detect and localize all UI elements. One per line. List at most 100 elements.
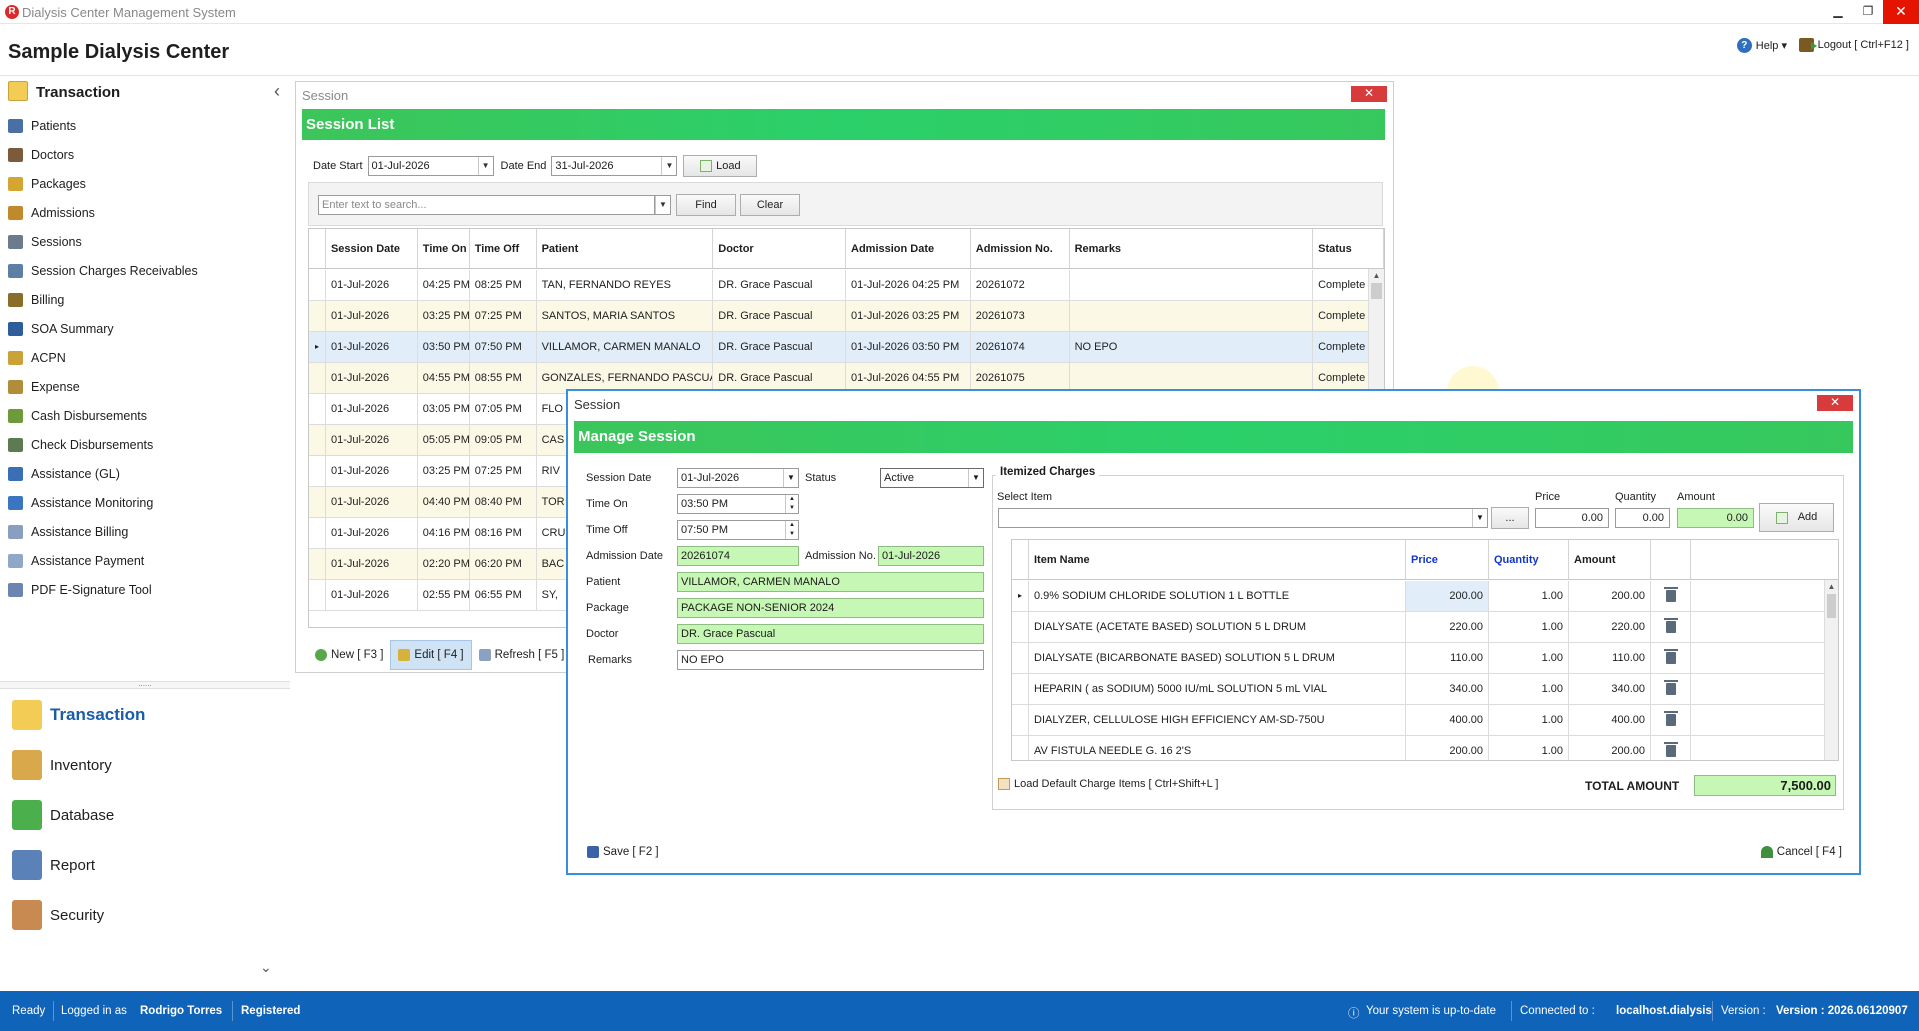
logout-button[interactable]: Logout [ Ctrl+F12 ] bbox=[1798, 38, 1909, 52]
sidebar-item-pdf-e-signature-tool[interactable]: PDF E-Signature Tool bbox=[0, 575, 290, 604]
search-dropdown[interactable]: ▼ bbox=[654, 195, 671, 215]
table-row[interactable]: 01-Jul-2026 03:25 PM 07:25 PM SANTOS, MARIA… bbox=[309, 301, 1384, 332]
sidebar-item-packages[interactable]: Packages bbox=[0, 169, 290, 198]
close-button[interactable]: ✕ bbox=[1883, 0, 1919, 24]
find-button[interactable]: Find bbox=[676, 194, 736, 216]
sidebar-item-session-charges-receivables[interactable]: Session Charges Receivables bbox=[0, 256, 290, 285]
sidebar-item-assistance-gl[interactable]: Assistance (GL) bbox=[0, 459, 290, 488]
select-item-combo[interactable]: ▼ bbox=[998, 508, 1488, 528]
admission-date-field[interactable]: 20261074 bbox=[677, 546, 799, 566]
time-off-field[interactable]: 07:50 PM ▲ ▼ bbox=[677, 520, 799, 540]
cancel-button[interactable]: Cancel [ F4 ] bbox=[1754, 837, 1849, 867]
sidebar-item-assistance-payment[interactable]: Assistance Payment bbox=[0, 546, 290, 575]
sidebar-splitter[interactable]: ...... bbox=[0, 680, 290, 689]
scroll-thumb[interactable] bbox=[1827, 594, 1836, 618]
charge-row[interactable]: HEPARIN ( as SODIUM) 5000 IU/mL SOLUTION… bbox=[1012, 674, 1838, 705]
collapse-sidebar-button[interactable]: ‹ bbox=[274, 81, 280, 102]
minimize-button[interactable]: ▁ bbox=[1823, 0, 1853, 24]
search-input[interactable]: Enter text to search... bbox=[318, 195, 668, 215]
chevron-down-icon[interactable]: ▼ bbox=[661, 157, 676, 175]
scroll-up-icon[interactable]: ▲ bbox=[1825, 580, 1838, 594]
sidebar-item-admissions[interactable]: Admissions bbox=[0, 198, 290, 227]
column-header[interactable]: Time Off bbox=[470, 229, 537, 268]
sidebar-item-soa-summary[interactable]: SOA Summary bbox=[0, 314, 290, 343]
column-header[interactable]: Status bbox=[1313, 229, 1384, 268]
session-list-close-button[interactable]: ✕ bbox=[1351, 86, 1387, 102]
quantity-input[interactable]: 0.00 bbox=[1615, 508, 1670, 528]
sidebar-item-check-disbursements[interactable]: Check Disbursements bbox=[0, 430, 290, 459]
sidebar-item-sessions[interactable]: Sessions bbox=[0, 227, 290, 256]
nav-group-security[interactable]: Security bbox=[0, 890, 290, 940]
restore-button[interactable]: ❐ bbox=[1853, 0, 1883, 24]
column-header[interactable]: Session Date bbox=[326, 229, 418, 268]
clear-button[interactable]: Clear bbox=[740, 194, 800, 216]
time-on-spinner[interactable]: ▲ ▼ bbox=[785, 495, 798, 513]
sidebar-item-doctors[interactable]: Doctors bbox=[0, 140, 290, 169]
delete-row-button[interactable] bbox=[1651, 643, 1691, 673]
sidebar-item-acpn[interactable]: ACPN bbox=[0, 343, 290, 372]
column-header[interactable]: Quantity bbox=[1489, 540, 1569, 579]
date-end-picker[interactable]: 31-Jul-2026 ▼ bbox=[551, 156, 678, 176]
table-row[interactable]: ▸ 01-Jul-2026 03:50 PM 07:50 PM VILLAMOR, CA… bbox=[309, 332, 1384, 363]
chevron-down-icon[interactable]: ▼ bbox=[968, 469, 983, 487]
charges-grid-scrollbar[interactable]: ▲ bbox=[1824, 580, 1838, 760]
patient-field[interactable]: VILLAMOR, CARMEN MANALO bbox=[677, 572, 984, 592]
scroll-up-icon[interactable]: ▲ bbox=[1369, 269, 1384, 283]
time-on-field[interactable]: 03:50 PM ▲ ▼ bbox=[677, 494, 799, 514]
save-button[interactable]: Save [ F2 ] bbox=[580, 837, 666, 867]
column-header[interactable]: Time On bbox=[418, 229, 470, 268]
nav-group-report[interactable]: Report bbox=[0, 840, 290, 890]
doctor-field[interactable]: DR. Grace Pascual bbox=[677, 624, 984, 644]
column-header[interactable]: Amount bbox=[1569, 540, 1651, 579]
refresh-button[interactable]: Refresh [ F5 ] bbox=[472, 640, 572, 670]
add-item-button[interactable]: Add bbox=[1759, 503, 1834, 532]
delete-row-button[interactable] bbox=[1651, 674, 1691, 704]
time-off-spinner[interactable]: ▲ ▼ bbox=[785, 521, 798, 539]
edit-session-button[interactable]: Edit [ F4 ] bbox=[390, 640, 472, 670]
delete-row-button[interactable] bbox=[1651, 736, 1691, 760]
charge-row[interactable]: DIALYZER, CELLULOSE HIGH EFFICIENCY AM-S… bbox=[1012, 705, 1838, 736]
load-default-charges-button[interactable]: Load Default Charge Items [ Ctrl+Shift+L… bbox=[998, 778, 1218, 790]
price-input[interactable]: 0.00 bbox=[1535, 508, 1609, 528]
column-header[interactable]: Patient bbox=[537, 229, 714, 268]
delete-row-button[interactable] bbox=[1651, 612, 1691, 642]
nav-group-inventory[interactable]: Inventory bbox=[0, 740, 290, 790]
scroll-thumb[interactable] bbox=[1371, 283, 1382, 299]
column-header[interactable]: Admission No. bbox=[971, 229, 1070, 268]
session-date-field[interactable]: 01-Jul-2026 ▼ bbox=[677, 468, 799, 488]
sidebar-item-assistance-monitoring[interactable]: Assistance Monitoring bbox=[0, 488, 290, 517]
admission-no-field[interactable]: 01-Jul-2026 bbox=[878, 546, 984, 566]
column-header[interactable]: Item Name bbox=[1029, 540, 1406, 579]
column-header[interactable]: Admission Date bbox=[846, 229, 971, 268]
column-header[interactable]: Doctor bbox=[713, 229, 846, 268]
sidebar-item-expense[interactable]: Expense bbox=[0, 372, 290, 401]
sidebar-item-patients[interactable]: Patients bbox=[0, 111, 290, 140]
charge-row[interactable]: DIALYSATE (ACETATE BASED) SOLUTION 5 L D… bbox=[1012, 612, 1838, 643]
package-field[interactable]: PACKAGE NON-SENIOR 2024 bbox=[677, 598, 984, 618]
new-session-button[interactable]: New [ F3 ] bbox=[308, 640, 390, 670]
charge-row[interactable]: AV FISTULA NEEDLE G. 16 2'S 200.00 1.00 200… bbox=[1012, 736, 1838, 760]
table-row[interactable]: 01-Jul-2026 04:25 PM 08:25 PM TAN, FERNANDO… bbox=[309, 270, 1384, 301]
chevron-down-icon[interactable]: ▼ bbox=[1472, 509, 1487, 527]
column-header[interactable]: Remarks bbox=[1070, 229, 1314, 268]
charge-row[interactable]: DIALYSATE (BICARBONATE BASED) SOLUTION 5… bbox=[1012, 643, 1838, 674]
column-header[interactable]: Price bbox=[1406, 540, 1489, 579]
manage-session-close-button[interactable]: ✕ bbox=[1817, 395, 1853, 411]
browse-item-button[interactable]: ... bbox=[1491, 507, 1529, 529]
sidebar-item-cash-disbursements[interactable]: Cash Disbursements bbox=[0, 401, 290, 430]
charge-row[interactable]: ▸ 0.9% SODIUM CHLORIDE SOLUTION 1 L BOTTL… bbox=[1012, 581, 1838, 612]
remarks-field[interactable]: NO EPO bbox=[677, 650, 984, 670]
delete-row-button[interactable] bbox=[1651, 705, 1691, 735]
chevron-down-icon[interactable]: ▼ bbox=[783, 469, 798, 487]
more-groups-button[interactable]: ⌄ bbox=[260, 959, 272, 976]
help-menu[interactable]: ? Help ▾ bbox=[1736, 38, 1787, 53]
nav-group-transaction[interactable]: Transaction bbox=[0, 690, 290, 740]
nav-group-database[interactable]: Database bbox=[0, 790, 290, 840]
amount-input[interactable]: 0.00 bbox=[1677, 508, 1754, 528]
load-button[interactable]: Load bbox=[683, 155, 758, 177]
sidebar-item-assistance-billing[interactable]: Assistance Billing bbox=[0, 517, 290, 546]
date-start-picker[interactable]: 01-Jul-2026 ▼ bbox=[367, 156, 494, 176]
status-select[interactable]: Active ▼ bbox=[880, 468, 984, 488]
delete-row-button[interactable] bbox=[1651, 581, 1691, 611]
chevron-down-icon[interactable]: ▼ bbox=[477, 157, 493, 175]
